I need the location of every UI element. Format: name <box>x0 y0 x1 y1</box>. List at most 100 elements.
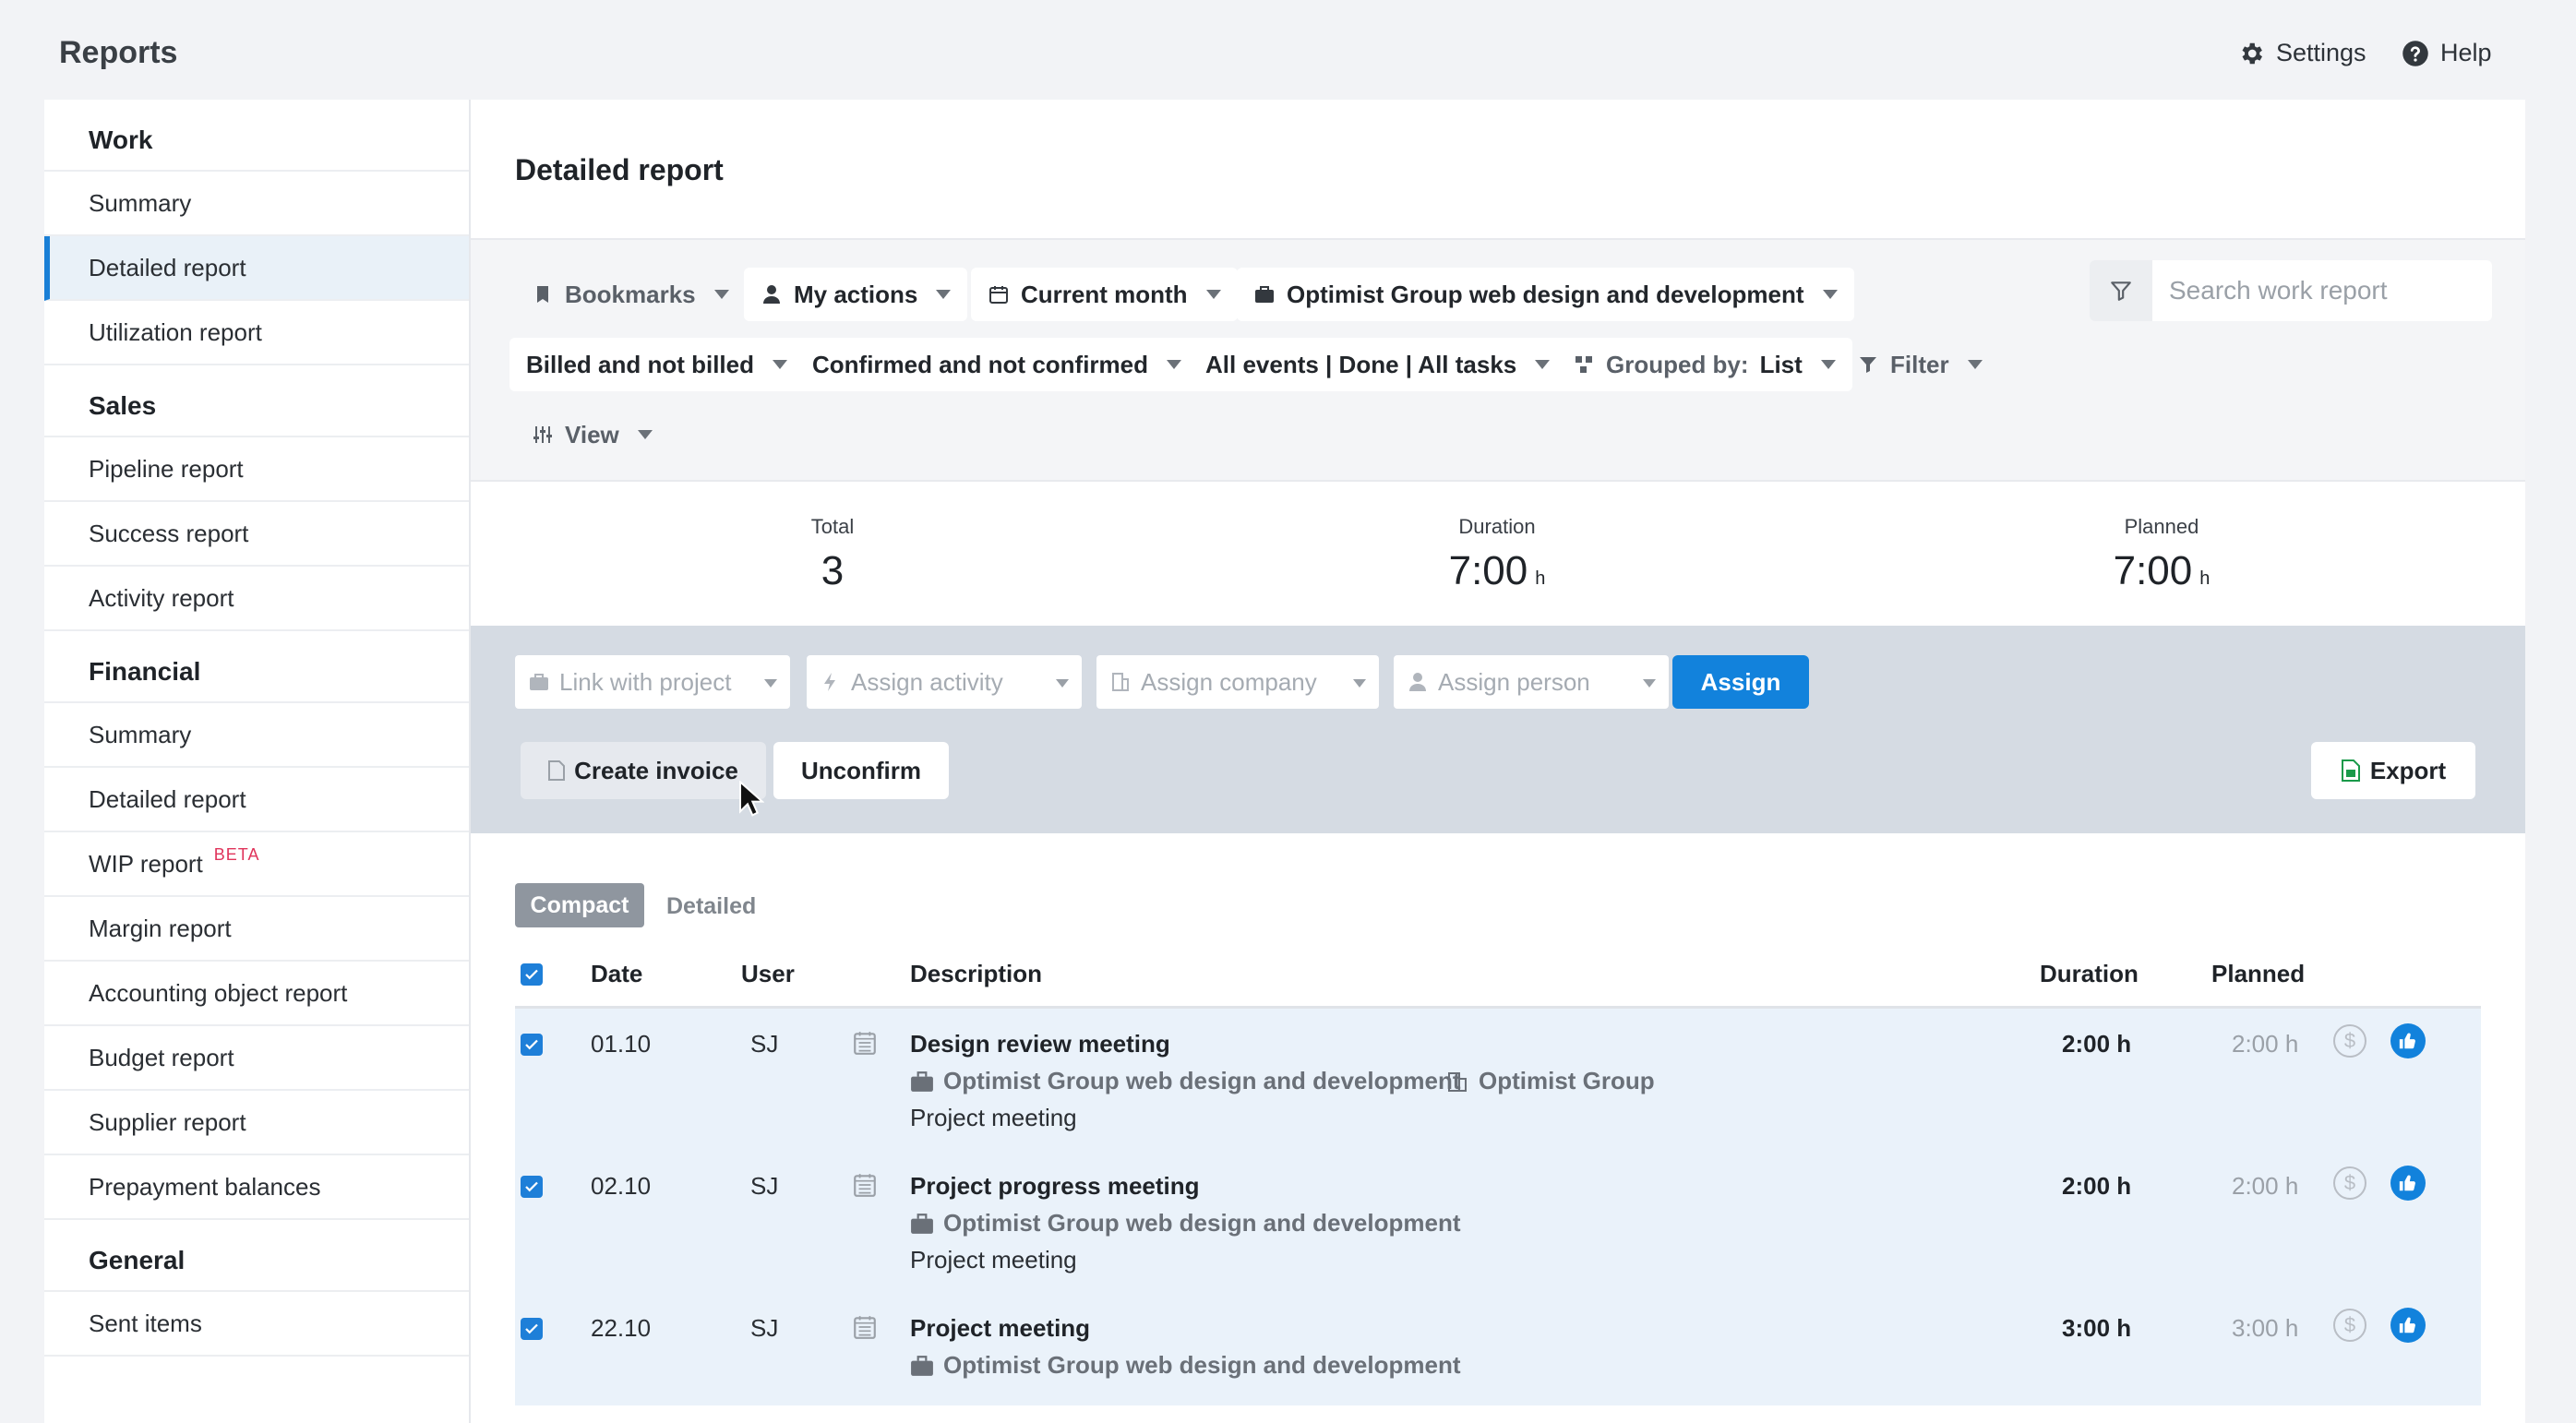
create-invoice-button[interactable]: Create invoice <box>521 742 766 799</box>
export-button[interactable]: Export <box>2311 742 2475 799</box>
filter-label: Filter <box>1890 350 1949 378</box>
row-date: 01.10 <box>591 1030 652 1058</box>
assign-person-select[interactable]: Assign person <box>1394 655 1669 709</box>
sidebar-item-wip-report[interactable]: WIP report BETA <box>44 832 469 897</box>
unconfirm-button[interactable]: Unconfirm <box>773 742 949 799</box>
row-duration: 3:00 h <box>2062 1314 2132 1342</box>
row-checkbox[interactable] <box>521 1318 543 1340</box>
events-dropdown[interactable]: All events | Done | All tasks <box>1189 338 1567 391</box>
row-title[interactable]: Project meeting <box>910 1314 1090 1343</box>
sliders-icon <box>533 426 552 443</box>
sidebar-item-prepayment-balances[interactable]: Prepayment balances <box>44 1155 469 1220</box>
column-header-description[interactable]: Description <box>910 960 1042 988</box>
building-icon <box>1112 673 1129 691</box>
app-title: Reports <box>59 35 178 70</box>
thumbs-up-icon[interactable] <box>2390 1308 2426 1343</box>
link-project-label: Link with project <box>559 667 732 696</box>
grouped-by-prefix: Grouped by: <box>1606 350 1749 378</box>
row-duration: 2:00 h <box>2062 1172 2132 1200</box>
sidebar-item-financial-detailed-report[interactable]: Detailed report <box>44 768 469 832</box>
sidebar-item-budget-report[interactable]: Budget report <box>44 1026 469 1091</box>
planned-value: 7:00 <box>2113 548 2193 593</box>
help-link[interactable]: Help <box>2402 39 2492 67</box>
sidebar-item-label: WIP report <box>89 849 203 878</box>
confirmation-label: Confirmed and not confirmed <box>812 350 1148 378</box>
planned-stat: Planned 7:00 h <box>2069 515 2254 594</box>
thumbs-up-icon[interactable] <box>2390 1023 2426 1058</box>
sidebar-item-success-report[interactable]: Success report <box>44 502 469 567</box>
total-value: 3 <box>821 548 845 593</box>
assign-activity-select[interactable]: Assign activity <box>807 655 1082 709</box>
bookmarks-dropdown[interactable]: Bookmarks <box>515 268 746 321</box>
search-input[interactable] <box>2152 263 2485 318</box>
row-company[interactable]: Optimist Group <box>1445 1067 1655 1095</box>
column-header-planned[interactable]: Planned <box>2211 960 2305 988</box>
bookmarks-label: Bookmarks <box>565 280 696 308</box>
sidebar-item-sent-items[interactable]: Sent items <box>44 1292 469 1357</box>
calendar-icon[interactable] <box>853 1172 877 1198</box>
chevron-down-icon <box>764 679 777 688</box>
view-dropdown[interactable]: View <box>515 408 669 461</box>
filter-search-icon[interactable] <box>2090 260 2152 321</box>
row-checkbox[interactable] <box>521 1034 543 1056</box>
sidebar-item-work-summary[interactable]: Summary <box>44 172 469 236</box>
chevron-down-icon <box>773 360 787 369</box>
check-icon <box>525 1039 538 1050</box>
row-project[interactable]: Optimist Group web design and developmen… <box>910 1067 1461 1095</box>
calendar-icon[interactable] <box>853 1030 877 1056</box>
check-icon <box>525 1323 538 1334</box>
sidebar-item-margin-report[interactable]: Margin report <box>44 897 469 962</box>
row-project[interactable]: Optimist Group web design and developmen… <box>910 1351 1461 1380</box>
chevron-down-icon <box>713 290 729 299</box>
row-project-name: Optimist Group web design and developmen… <box>943 1209 1461 1237</box>
tab-detailed[interactable]: Detailed <box>666 893 756 920</box>
row-company-name: Optimist Group <box>1479 1067 1655 1094</box>
group-icon <box>1576 356 1592 373</box>
sidebar-item-accounting-object-report[interactable]: Accounting object report <box>44 962 469 1026</box>
column-header-date[interactable]: Date <box>591 960 642 988</box>
my-actions-dropdown[interactable]: My actions <box>744 268 968 321</box>
dollar-icon[interactable]: $ <box>2333 1166 2366 1200</box>
my-actions-label: My actions <box>794 280 918 308</box>
events-label: All events | Done | All tasks <box>1205 350 1517 378</box>
sidebar-item-utilization-report[interactable]: Utilization report <box>44 301 469 365</box>
column-header-duration[interactable]: Duration <box>2040 960 2139 988</box>
grouped-by-dropdown[interactable]: Grouped by: List <box>1556 338 1852 391</box>
calendar-icon[interactable] <box>853 1314 877 1340</box>
bookmark-icon <box>537 286 548 303</box>
tab-compact[interactable]: Compact <box>515 883 644 927</box>
assign-company-select[interactable]: Assign company <box>1096 655 1379 709</box>
row-title[interactable]: Design review meeting <box>910 1030 1170 1058</box>
chevron-down-icon <box>1643 679 1656 688</box>
billing-dropdown[interactable]: Billed and not billed <box>509 338 804 391</box>
select-all-checkbox[interactable] <box>521 963 543 986</box>
chevron-down-icon <box>1353 679 1366 688</box>
sidebar-item-financial-summary[interactable]: Summary <box>44 703 469 768</box>
assign-company-label: Assign company <box>1141 667 1317 696</box>
sidebar-item-activity-report[interactable]: Activity report <box>44 567 469 631</box>
confirmation-dropdown[interactable]: Confirmed and not confirmed <box>796 338 1198 391</box>
sidebar-item-pipeline-report[interactable]: Pipeline report <box>44 437 469 502</box>
project-dropdown[interactable]: Optimist Group web design and developmen… <box>1237 268 1854 321</box>
row-checkbox[interactable] <box>521 1176 543 1198</box>
row-user: SJ <box>750 1314 779 1342</box>
dollar-icon[interactable]: $ <box>2333 1309 2366 1342</box>
thumbs-up-icon[interactable] <box>2390 1166 2426 1201</box>
filter-dropdown[interactable]: Filter <box>1840 338 1999 391</box>
create-invoice-label: Create invoice <box>574 756 738 784</box>
column-header-user[interactable]: User <box>741 960 795 988</box>
period-dropdown[interactable]: Current month <box>971 268 1238 321</box>
settings-link[interactable]: Settings <box>2237 39 2366 67</box>
sidebar-item-work-detailed-report[interactable]: Detailed report <box>44 236 469 301</box>
sidebar-item-supplier-report[interactable]: Supplier report <box>44 1091 469 1155</box>
beta-badge: BETA <box>213 844 260 864</box>
dollar-icon[interactable]: $ <box>2333 1024 2366 1058</box>
row-title[interactable]: Project progress meeting <box>910 1172 1200 1201</box>
total-stat: Total 3 <box>740 515 925 594</box>
row-project[interactable]: Optimist Group web design and developmen… <box>910 1209 1461 1238</box>
link-project-select[interactable]: Link with project <box>515 655 790 709</box>
briefcase-icon <box>1255 286 1274 303</box>
assign-activity-label: Assign activity <box>851 667 1003 696</box>
assign-button[interactable]: Assign <box>1672 655 1809 709</box>
user-icon <box>763 285 780 304</box>
